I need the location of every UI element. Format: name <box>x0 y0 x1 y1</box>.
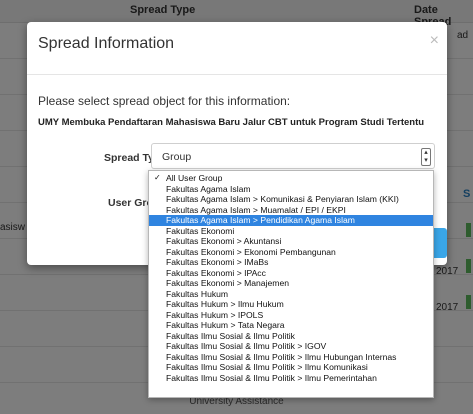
user-group-option[interactable]: Fakultas Ekonomi > IMaBs <box>149 257 433 268</box>
user-group-option[interactable]: Fakultas Ilmu Sosial & Ilmu Politik > IG… <box>149 341 433 352</box>
user-group-option[interactable]: Fakultas Agama Islam <box>149 184 433 195</box>
spread-type-value: Group <box>162 151 192 163</box>
user-group-option[interactable]: Fakultas Hukum > IPOLS <box>149 310 433 321</box>
user-group-option[interactable]: Fakultas Agama Islam > Muamalat / EPI / … <box>149 205 433 216</box>
modal-divider <box>27 74 447 75</box>
modal-title: Spread Information <box>38 35 175 52</box>
user-group-option[interactable]: All User Group <box>149 173 433 184</box>
user-group-option[interactable]: Fakultas Hukum <box>149 289 433 300</box>
user-group-option[interactable]: Fakultas Agama Islam > Pendidikan Agama … <box>149 215 433 226</box>
close-icon[interactable]: × <box>430 32 439 50</box>
user-group-option[interactable]: Fakultas Ekonomi > Ekonomi Pembangunan <box>149 247 433 258</box>
user-group-dropdown[interactable]: All User GroupFakultas Agama IslamFakult… <box>148 170 434 398</box>
user-group-option[interactable]: Fakultas Hukum > Ilmu Hukum <box>149 299 433 310</box>
spread-type-select[interactable]: Group ▴ ▾ <box>151 143 435 169</box>
user-group-option[interactable]: Fakultas Ekonomi > IPAcc <box>149 268 433 279</box>
user-group-option[interactable]: Fakultas Ekonomi > Akuntansi <box>149 236 433 247</box>
select-arrows-icon: ▴ ▾ <box>421 148 431 166</box>
user-group-option[interactable]: Fakultas Ilmu Sosial & Ilmu Politik <box>149 331 433 342</box>
user-group-option[interactable]: Fakultas Ekonomi <box>149 226 433 237</box>
modal-description: Please select spread object for this inf… <box>38 94 291 108</box>
user-group-option[interactable]: Fakultas Ilmu Sosial & Ilmu Politik > Il… <box>149 373 433 384</box>
information-title: UMY Membuka Pendaftaran Mahasiswa Baru J… <box>38 117 425 128</box>
user-group-option[interactable]: Fakultas Ilmu Sosial & Ilmu Politik > Il… <box>149 352 433 363</box>
user-group-option[interactable]: Fakultas Hukum > Tata Negara <box>149 320 433 331</box>
user-group-option[interactable]: Fakultas Ilmu Sosial & Ilmu Politik > Il… <box>149 362 433 373</box>
user-group-option[interactable]: Fakultas Ekonomi > Manajemen <box>149 278 433 289</box>
user-group-option[interactable]: Fakultas Agama Islam > Komunikasi & Peny… <box>149 194 433 205</box>
